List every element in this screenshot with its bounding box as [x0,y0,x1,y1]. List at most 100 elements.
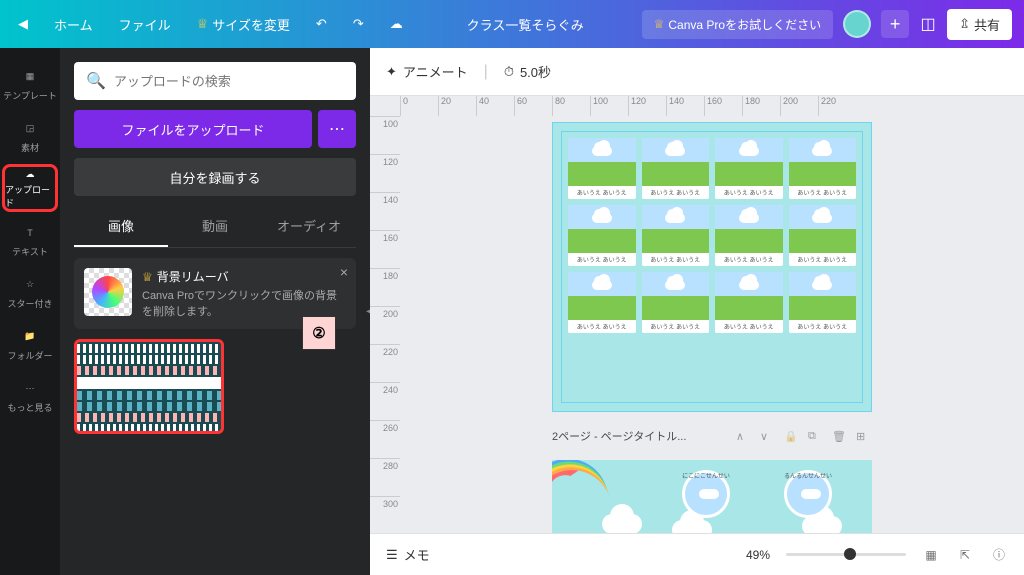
animate-button[interactable]: ✦ アニメート [386,62,468,81]
back-button[interactable]: ◀ [12,12,34,36]
insights-button[interactable]: ◫ [919,15,937,33]
page-title-label[interactable]: 2ページ - ページタイトル... [552,428,686,444]
teacher-photo-1: にこにこせんせい [682,470,730,518]
annotation-badge-2: ② [302,316,336,350]
file-menu[interactable]: ファイル [113,11,177,38]
rail-label: テキスト [12,245,48,258]
teacher-photo-2: るんるんせんせい [784,470,832,518]
page-up-button[interactable]: ∧ [736,430,752,443]
close-icon: × [340,264,348,280]
undo-icon: ↶ [316,16,327,32]
card-grid: あいうえ あいうえあいうえ あいうえあいうえ あいうえあいうえ あいうえあいうえ… [562,132,862,339]
uploads-panel: 🔍 ファイルをアップロード ⋯ 自分を録画する 画像 動画 オーディオ ♕背景リ… [60,48,370,575]
page-1[interactable]: あいうえ あいうえあいうえ あいうえあいうえ あいうえあいうえ あいうえあいうえ… [552,122,872,412]
rail-starred[interactable]: ☆ スター付き [2,268,58,316]
rail-elements[interactable]: ◲ 素材 [2,112,58,160]
folder-icon: 📁 [20,327,40,347]
undo-button[interactable]: ↶ [310,12,333,36]
photo-card[interactable]: あいうえ あいうえ [642,138,710,199]
bottombar: ☰ メモ 49% ▦ ⇱ ⓘ [370,533,1024,575]
plus-icon: + [890,14,901,35]
close-promo-button[interactable]: × [340,264,348,280]
zoom-level[interactable]: 49% [746,548,770,562]
share-label: 共有 [974,15,1000,34]
duration-label: 5.0秒 [520,62,551,81]
duplicate-button[interactable]: ⧉ [808,430,824,443]
rail-uploads[interactable]: ① ☁ アップロード [2,164,58,212]
elements-icon: ◲ [20,119,40,139]
text-icon: T [20,223,40,243]
page-down-button[interactable]: ∨ [760,430,776,443]
cloud-graphic [802,516,842,533]
upload-icon: ⇫ [959,16,970,32]
notes-label: メモ [404,545,430,564]
add-page-button[interactable]: ⊞ [856,430,872,443]
media-tabs: 画像 動画 オーディオ [74,206,356,248]
teacher-label: にこにこせんせい [682,471,730,480]
tab-audio[interactable]: オーディオ [262,206,356,247]
photo-card[interactable]: あいうえ あいうえ [568,205,636,266]
notes-button[interactable]: ☰ メモ [386,545,430,564]
cloud-graphic [602,514,642,533]
photo-card[interactable]: あいうえ あいうえ [789,138,857,199]
home-button[interactable]: ホーム [48,11,99,38]
rail-folders[interactable]: 📁 フォルダー [2,320,58,368]
main: ▦ テンプレート ◲ 素材 ① ☁ アップロード T テキスト ☆ スター付き … [0,48,1024,575]
upload-more-button[interactable]: ⋯ [318,110,356,148]
share-button[interactable]: ⇫ 共有 [947,9,1012,40]
lock-button[interactable]: 🔒 [784,430,800,443]
delete-button[interactable]: 🗑 [832,430,848,443]
photo-card[interactable]: あいうえ あいうえ [789,272,857,333]
photo-card[interactable]: あいうえ あいうえ [568,138,636,199]
photo-card[interactable]: あいうえ あいうえ [715,272,783,333]
photo-card[interactable]: あいうえ あいうえ [789,205,857,266]
document-title[interactable]: クラス一覧そらぐみ [467,15,584,34]
search-icon: 🔍 [86,71,106,91]
add-member-button[interactable]: + [881,10,909,38]
upload-row: ファイルをアップロード ⋯ [74,110,356,148]
upload-search[interactable]: 🔍 [74,62,356,100]
rail-templates[interactable]: ▦ テンプレート [2,60,58,108]
rail-label: アップロード [5,183,55,209]
photo-card[interactable]: あいうえ あいうえ [715,205,783,266]
photo-card[interactable]: あいうえ あいうえ [642,272,710,333]
redo-icon: ↷ [353,16,364,32]
record-yourself-button[interactable]: 自分を録画する [74,158,356,196]
photo-card[interactable]: あいうえ あいうえ [642,205,710,266]
help-button[interactable]: ⓘ [990,546,1008,564]
crown-icon: ♕ [197,16,209,32]
rail-label: テンプレート [3,89,57,102]
tab-images[interactable]: 画像 [74,206,168,247]
duration-button[interactable]: ⏱ 5.0秒 [504,62,551,81]
dots-icon: ⋯ [329,119,345,139]
uploaded-image-item[interactable] [74,339,224,434]
search-input[interactable] [114,74,344,89]
crown-icon: ♕ [654,17,665,31]
photo-card[interactable]: あいうえ あいうえ [715,138,783,199]
try-pro-button[interactable]: ♕ Canva Proをお試しください [642,10,833,39]
fullscreen-button[interactable]: ⇱ [956,546,974,564]
bg-remover-desc: Canva Proでワンクリックで画像の背景を削除します。 [142,287,346,319]
topbar-center: クラス一覧そらぐみ [421,15,630,34]
page-2-header: 2ページ - ページタイトル... ∧ ∨ 🔒 ⧉ 🗑 ⊞ [552,428,872,444]
topbar-right: ♕ Canva Proをお試しください + ◫ ⇫ 共有 [642,9,1012,40]
tab-videos[interactable]: 動画 [168,206,262,247]
canvas-scroll[interactable]: 020406080100120140160180200220 100120140… [370,96,1024,533]
zoom-thumb[interactable] [844,548,856,560]
resize-button[interactable]: ♕ サイズを変更 [191,11,296,38]
user-avatar[interactable] [843,10,871,38]
rail-more[interactable]: ⋯ もっと見る [2,372,58,420]
divider: | [484,63,488,81]
zoom-slider[interactable] [786,553,906,556]
rail-text[interactable]: T テキスト [2,216,58,264]
bg-remover-thumb [84,268,132,316]
cloud-sync-button[interactable]: ☁ [384,12,409,36]
upload-file-button[interactable]: ファイルをアップロード [74,110,312,148]
teacher-label: るんるんせんせい [784,471,832,480]
page-2[interactable]: にこにこせんせい るんるんせんせい [552,460,872,533]
page-count-button[interactable]: ▦ [922,546,940,564]
photo-card[interactable]: あいうえ あいうえ [568,272,636,333]
rail-label: フォルダー [7,349,52,362]
redo-button[interactable]: ↷ [347,12,370,36]
clock-icon: ⏱ [504,64,514,80]
